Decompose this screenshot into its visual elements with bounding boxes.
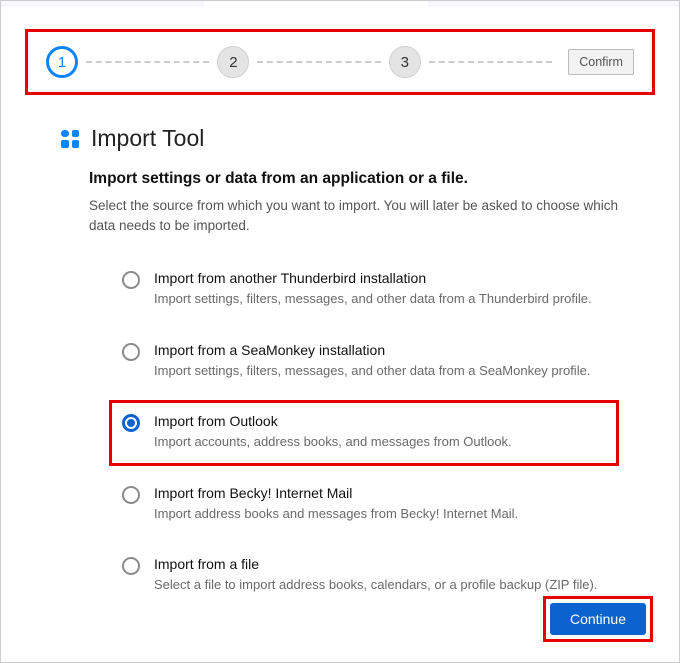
- option-desc: Import accounts, address books, and mess…: [154, 433, 606, 451]
- tool-header: Import Tool: [61, 125, 619, 152]
- step-2: 2: [217, 46, 249, 78]
- option-becky[interactable]: Import from Becky! Internet Mail Import …: [109, 472, 619, 538]
- tool-description: Select the source from which you want to…: [89, 196, 619, 235]
- tool-subtitle: Import settings or data from an applicat…: [89, 170, 619, 188]
- step-divider: [86, 61, 209, 63]
- radio-icon[interactable]: [122, 486, 140, 504]
- tool-title: Import Tool: [91, 125, 204, 152]
- option-title: Import from Outlook: [154, 413, 606, 429]
- option-seamonkey[interactable]: Import from a SeaMonkey installation Imp…: [109, 329, 619, 395]
- radio-icon[interactable]: [122, 414, 140, 432]
- option-outlook[interactable]: Import from Outlook Import accounts, add…: [109, 400, 619, 466]
- option-title: Import from a file: [154, 556, 606, 572]
- import-options: Import from another Thunderbird installa…: [109, 257, 619, 609]
- step-confirm-label: Confirm: [568, 49, 634, 75]
- option-thunderbird[interactable]: Import from another Thunderbird installa…: [109, 257, 619, 323]
- step-3: 3: [389, 46, 421, 78]
- import-tool-panel: Import Tool Import settings or data from…: [1, 105, 679, 609]
- window-top-edge: [1, 1, 679, 7]
- step-1: 1: [46, 46, 78, 78]
- radio-icon[interactable]: [122, 557, 140, 575]
- option-desc: Select a file to import address books, c…: [154, 576, 606, 594]
- grid-icon: [61, 130, 79, 148]
- option-desc: Import settings, filters, messages, and …: [154, 290, 606, 308]
- step-divider: [257, 61, 380, 63]
- option-title: Import from Becky! Internet Mail: [154, 485, 606, 501]
- option-title: Import from another Thunderbird installa…: [154, 270, 606, 286]
- option-desc: Import address books and messages from B…: [154, 505, 606, 523]
- radio-icon[interactable]: [122, 343, 140, 361]
- wizard-stepper: 1 2 3 Confirm: [25, 29, 655, 95]
- option-title: Import from a SeaMonkey installation: [154, 342, 606, 358]
- option-desc: Import settings, filters, messages, and …: [154, 362, 606, 380]
- step-divider: [429, 61, 552, 63]
- radio-icon[interactable]: [122, 271, 140, 289]
- continue-button[interactable]: Continue: [550, 603, 646, 635]
- continue-highlight: Continue: [543, 596, 653, 642]
